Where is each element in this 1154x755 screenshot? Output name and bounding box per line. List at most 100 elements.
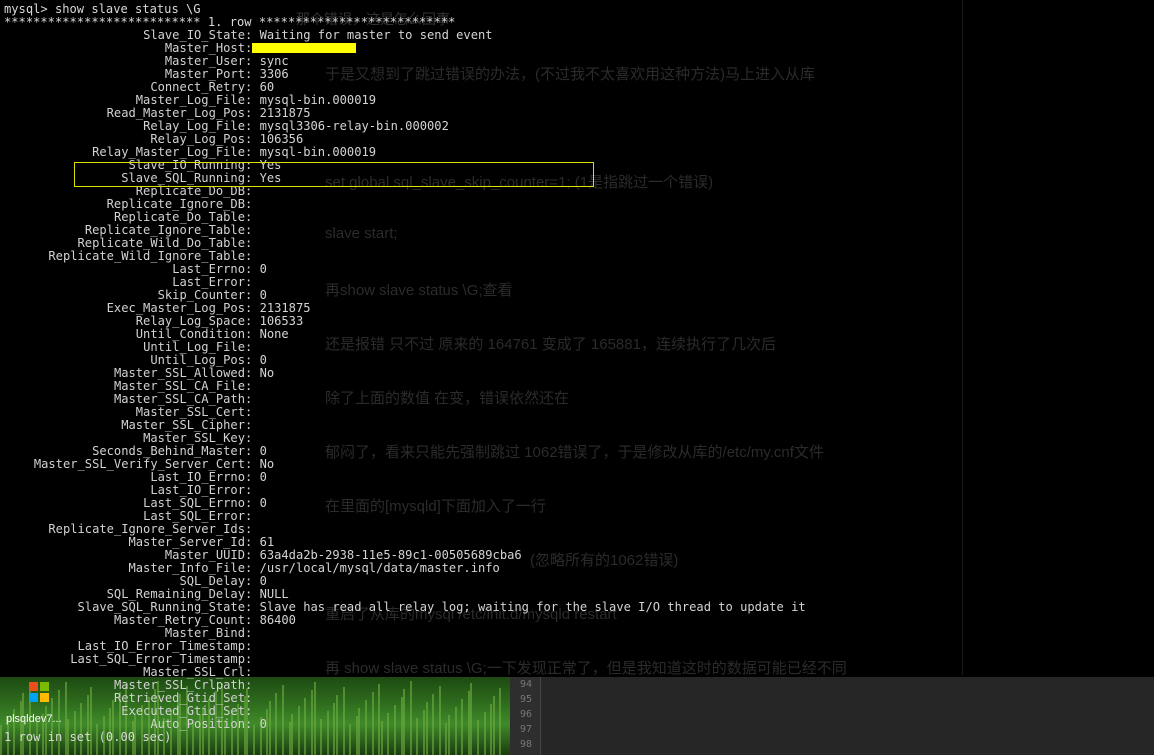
field-row: Last_Error: xyxy=(4,275,260,289)
row-header: *************************** 1. row *****… xyxy=(4,15,456,29)
field-separator: : xyxy=(245,223,260,237)
field-separator: : xyxy=(245,652,260,666)
field-separator: : xyxy=(245,28,260,42)
field-separator: : xyxy=(245,548,260,562)
field-row: Master_Retry_Count: 86400 xyxy=(4,613,296,627)
field-separator: : xyxy=(245,249,260,263)
field-value: 60 xyxy=(259,80,275,94)
field-row: Master_Info_File: /usr/local/mysql/data/… xyxy=(4,561,500,575)
windows-logo-icon[interactable] xyxy=(28,681,50,703)
field-row: Master_Log_File: mysql-bin.000019 xyxy=(4,93,376,107)
field-separator: : xyxy=(245,327,260,341)
field-row: Master_Server_Id: 61 xyxy=(4,535,275,549)
field-value: 0 xyxy=(259,496,267,510)
field-row: Slave_SQL_Running_State: Slave has read … xyxy=(4,600,806,614)
field-value: 86400 xyxy=(259,613,296,627)
field-row: Exec_Master_Log_Pos: 2131875 xyxy=(4,301,311,315)
field-value: Slave has read all relay log; waiting fo… xyxy=(259,600,806,614)
field-row: Last_IO_Error_Timestamp: xyxy=(4,639,260,653)
field-row: Master_Bind: xyxy=(4,626,260,640)
result-footer: 1 row in set (0.00 sec) xyxy=(4,730,172,744)
field-value: No xyxy=(259,366,275,380)
field-value: mysql-bin.000019 xyxy=(259,145,377,159)
background-doc-line: 郁闷了，看来只能先强制跳过 1062错误了，于是修改从库的/etc/my.cnf… xyxy=(325,444,824,461)
field-value: 0 xyxy=(259,353,267,367)
field-row: Master_SSL_Key: xyxy=(4,431,260,445)
field-row: Last_SQL_Errno: 0 xyxy=(4,496,267,510)
terminal-window[interactable]: 那个错误，这是怎么回事 于是又想到了跳过错误的办法，(不过我不太喜欢用这种方法)… xyxy=(0,0,1154,755)
field-row: Connect_Retry: 60 xyxy=(4,80,274,94)
field-row: Last_Errno: 0 xyxy=(4,262,267,276)
field-separator: : xyxy=(245,262,260,276)
field-separator: : xyxy=(245,288,260,302)
field-row: Seconds_Behind_Master: 0 xyxy=(4,444,267,458)
editor-line-number: 94 xyxy=(520,679,533,690)
field-value: No xyxy=(259,457,275,471)
field-value: Waiting for master to send event xyxy=(259,28,493,42)
field-row: Last_SQL_Error: xyxy=(4,509,260,523)
field-separator: : xyxy=(245,483,260,497)
field-row: Replicate_Ignore_Table: xyxy=(4,223,260,237)
field-row: Master_User: sync xyxy=(4,54,289,68)
editor-line-number: 96 xyxy=(520,709,533,720)
field-row: Master_SSL_CA_File: xyxy=(4,379,260,393)
field-row: Master_Port: 3306 xyxy=(4,67,289,81)
field-separator: : xyxy=(245,353,260,367)
field-separator: : xyxy=(245,561,260,575)
desktop-icon-label[interactable]: plsqldev7... xyxy=(6,713,62,725)
field-row: Skip_Counter: 0 xyxy=(4,288,267,302)
field-row: Master_SSL_Crl: xyxy=(4,665,260,679)
field-row: Replicate_Ignore_DB: xyxy=(4,197,260,211)
field-separator: : xyxy=(245,405,260,419)
field-row: Last_IO_Error: xyxy=(4,483,260,497)
field-value: /usr/local/mysql/data/master.info xyxy=(259,561,500,575)
field-separator: : xyxy=(245,197,260,211)
editor-line-number: 98 xyxy=(520,739,533,750)
field-separator: : xyxy=(245,574,260,588)
field-row: Relay_Log_Pos: 106356 xyxy=(4,132,303,146)
field-separator: : xyxy=(245,639,260,653)
field-row: Master_SSL_Verify_Server_Cert: No xyxy=(4,457,274,471)
field-separator: : xyxy=(245,145,260,159)
field-separator: : xyxy=(245,392,260,406)
field-row: Last_IO_Errno: 0 xyxy=(4,470,267,484)
field-value: 106533 xyxy=(259,314,304,328)
field-separator: : xyxy=(245,93,260,107)
field-separator: : xyxy=(245,587,260,601)
field-row: Replicate_Wild_Ignore_Table: xyxy=(4,249,260,263)
field-row: Last_SQL_Error_Timestamp: xyxy=(4,652,260,666)
field-row: Until_Condition: None xyxy=(4,327,289,341)
field-separator: : xyxy=(245,275,260,289)
background-doc-line: 于是又想到了跳过错误的办法，(不过我不太喜欢用这种方法)马上进入从库 xyxy=(325,66,815,83)
field-value: 2131875 xyxy=(259,106,311,120)
field-row: Until_Log_File: xyxy=(4,340,260,354)
field-row: Replicate_Do_Table: xyxy=(4,210,260,224)
background-doc-line: slave start; xyxy=(325,225,398,242)
field-row: Read_Master_Log_Pos: 2131875 xyxy=(4,106,311,120)
field-row: Replicate_Ignore_Server_Ids: xyxy=(4,522,260,536)
field-separator: : xyxy=(245,522,260,536)
field-separator: : xyxy=(245,314,260,328)
field-value: 0 xyxy=(259,444,267,458)
background-doc-line: 再show slave status \G;查看 xyxy=(325,282,513,299)
field-separator: : xyxy=(245,431,260,445)
field-value: 106356 xyxy=(259,132,304,146)
field-value: 63a4da2b-2938-11e5-89c1-00505689cba6 xyxy=(259,548,522,562)
editor-line-number: 95 xyxy=(520,694,533,705)
field-separator: : xyxy=(245,665,260,679)
field-value: 0 xyxy=(259,470,267,484)
field-separator: : xyxy=(245,678,260,692)
field-separator: : xyxy=(245,301,260,315)
field-separator: : xyxy=(245,717,260,731)
field-separator: : xyxy=(245,80,260,94)
field-separator: : xyxy=(245,119,260,133)
field-separator: : xyxy=(245,600,260,614)
editor-line-number: 97 xyxy=(520,724,533,735)
field-value: None xyxy=(259,327,289,341)
field-separator: : xyxy=(245,704,260,718)
background-doc-line: 还是报错 只不过 原来的 164761 变成了 165881，连续执行了几次后 xyxy=(325,336,776,353)
field-separator: : xyxy=(245,379,260,393)
field-separator: : xyxy=(245,54,260,68)
field-separator: : xyxy=(245,626,260,640)
field-separator: : xyxy=(245,457,260,471)
